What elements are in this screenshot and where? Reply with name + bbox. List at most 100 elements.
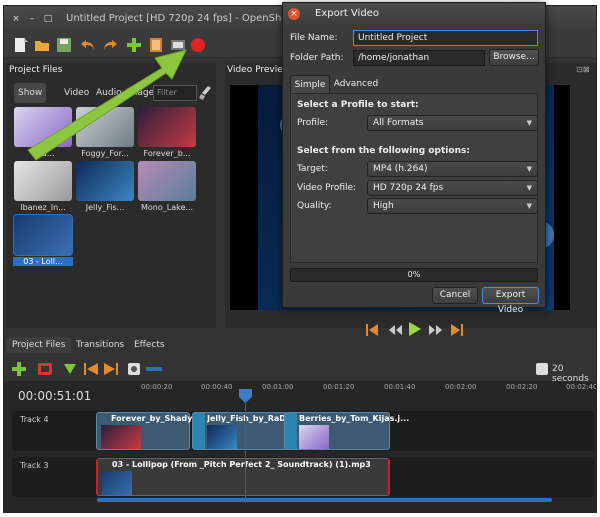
clip-title: Berries_by_Tom_Kijas.j... [299, 414, 410, 423]
panel-title: Video Preview [227, 65, 291, 75]
next-marker-icon[interactable] [104, 363, 118, 375]
file-thumbnail[interactable] [14, 107, 72, 147]
filter-audio[interactable]: Audio [92, 83, 126, 103]
timeline-toolbar: 20 seconds [4, 358, 596, 384]
project-files-panel: Project Files Show All Video Audio Image… [6, 63, 216, 328]
tab-advanced[interactable]: Advanced [332, 75, 380, 93]
panel-title: Project Files [9, 65, 63, 75]
file-name-input[interactable]: Untitled Project [353, 30, 538, 46]
target-label: Target: [297, 164, 328, 174]
redo-icon[interactable] [102, 37, 118, 53]
target-value: MP4 (h.264) [373, 164, 428, 174]
fullscreen-icon[interactable] [170, 37, 186, 53]
simple-tab-panel: Select a Profile to start: Profile: All … [290, 93, 538, 263]
new-project-icon[interactable] [12, 37, 28, 53]
timeline-clip[interactable]: Forever_by_Shady_S... [96, 412, 211, 450]
open-project-icon[interactable] [34, 37, 50, 53]
ruler-tick: 00:00:20 [141, 383, 173, 391]
timeline-scrollbar[interactable] [97, 498, 552, 502]
clear-filter-icon[interactable] [199, 85, 213, 101]
file-thumbnail-label: Ibanez_In... [20, 203, 66, 212]
file-thumbnail-label: Foggy_For... [81, 149, 129, 158]
track-4[interactable]: Track 4 Forever_by_Shady_S... Jelly_Fish… [12, 411, 594, 451]
tab-simple[interactable]: Simple [290, 75, 330, 93]
profile-section-heading: Select a Profile to start: [297, 100, 419, 110]
video-profile-select[interactable]: HD 720p 24 fps ▼ [367, 180, 538, 196]
clip-title: 03 - Lollipop (From _Pitch Perfect 2_ So… [112, 460, 371, 469]
tab-transitions[interactable]: Transitions [70, 337, 130, 353]
undo-icon[interactable] [80, 37, 96, 53]
file-thumbnail[interactable] [76, 107, 134, 147]
bottom-dock-tabs: Project Files Transitions Effects [4, 333, 596, 355]
track-name: Track 4 [20, 415, 49, 424]
dialog-close-icon[interactable]: × [288, 8, 300, 20]
file-thumbnail-label: Bea... [31, 149, 55, 158]
browse-button[interactable]: Browse... [489, 49, 539, 66]
ruler-tick: 00:01:40 [384, 383, 416, 391]
file-name-label: File Name: [290, 33, 338, 43]
chevron-down-icon: ▼ [526, 119, 532, 127]
chevron-down-icon: ▼ [526, 165, 532, 173]
dialog-title: Export Video [315, 8, 379, 19]
video-profile-value: HD 720p 24 fps [373, 183, 444, 193]
transition-marker[interactable] [193, 413, 205, 449]
choose-profile-icon[interactable] [148, 37, 164, 53]
filter-show-all[interactable]: Show All [14, 83, 47, 118]
filter-video[interactable]: Video [60, 83, 93, 103]
timeline-clip[interactable]: 03 - Lollipop (From _Pitch Perfect 2_ So… [96, 458, 390, 496]
export-video-button[interactable]: Export Video [482, 287, 539, 315]
ruler-tick: 00:02:00 [445, 383, 477, 391]
previous-marker-icon[interactable] [84, 363, 98, 375]
file-thumbnail[interactable] [14, 161, 72, 201]
transition-marker[interactable] [285, 413, 297, 449]
file-thumbnail[interactable] [138, 161, 196, 201]
snapping-icon[interactable] [38, 363, 52, 375]
playhead-marker-icon[interactable] [239, 389, 252, 403]
filter-input[interactable]: Filter [153, 85, 197, 101]
cancel-button[interactable]: Cancel [432, 287, 478, 304]
import-files-icon[interactable] [126, 37, 142, 53]
tab-project-files[interactable]: Project Files [6, 337, 72, 353]
timeline-clip[interactable]: Berries_by_Tom_Kijas.j... [284, 412, 409, 450]
options-section-heading: Select from the following options: [297, 146, 470, 156]
track-3[interactable]: Track 3 03 - Lollipop (From _Pitch Perfe… [12, 457, 594, 497]
file-thumbnail[interactable] [13, 214, 73, 256]
panel-close-icon[interactable]: ⊡⊠ [576, 65, 589, 74]
target-select[interactable]: MP4 (h.264) ▼ [367, 161, 538, 177]
maximize-window-button[interactable]: □ [42, 13, 54, 25]
timeline-clip[interactable]: Jelly_Fish_by_RaDu_G... [192, 412, 311, 450]
zoom-icon [536, 363, 548, 375]
ruler-tick: 00:01:00 [262, 383, 294, 391]
add-marker-icon[interactable] [64, 364, 76, 374]
ruler-tick: 00:02:20 [506, 383, 538, 391]
tab-effects[interactable]: Effects [128, 337, 171, 353]
ruler-tick: 00:01:20 [323, 383, 355, 391]
clip-thumbnail [102, 471, 132, 495]
close-window-button[interactable]: × [10, 13, 22, 25]
folder-path-input[interactable]: /home/jonathan [353, 50, 485, 66]
export-progress-bar: 0% [290, 268, 538, 282]
profile-label: Profile: [297, 118, 329, 128]
file-thumbnail-label: Forever_b... [143, 149, 191, 158]
add-track-icon[interactable] [12, 362, 26, 376]
file-thumbnail-label: Jelly_Fis... [85, 203, 125, 212]
ruler-tick: 00:00:40 [201, 383, 233, 391]
export-video-record-icon[interactable] [190, 37, 206, 53]
dialog-title-bar: × Export Video [283, 3, 545, 25]
center-timeline-icon[interactable] [128, 363, 140, 375]
zoom-slider[interactable] [146, 367, 162, 371]
time-ruler[interactable]: 00:00:20 00:00:40 00:01:00 00:01:20 00:0… [94, 381, 596, 403]
timeline: 00:00:51:01 00:00:20 00:00:40 00:01:00 0… [4, 381, 596, 512]
file-thumbnail[interactable] [76, 161, 134, 201]
chevron-down-icon: ▼ [526, 202, 532, 210]
file-thumbnail[interactable] [138, 107, 196, 147]
progress-text: 0% [407, 270, 421, 279]
quality-select[interactable]: High ▼ [367, 198, 538, 214]
clip-thumbnail [207, 425, 237, 449]
profile-value: All Formats [373, 118, 424, 128]
folder-path-label: Folder Path: [290, 53, 344, 63]
minimize-window-button[interactable]: – [26, 13, 38, 25]
save-project-icon[interactable] [56, 37, 72, 53]
profile-select[interactable]: All Formats ▼ [367, 115, 538, 131]
playhead-line [245, 391, 246, 503]
